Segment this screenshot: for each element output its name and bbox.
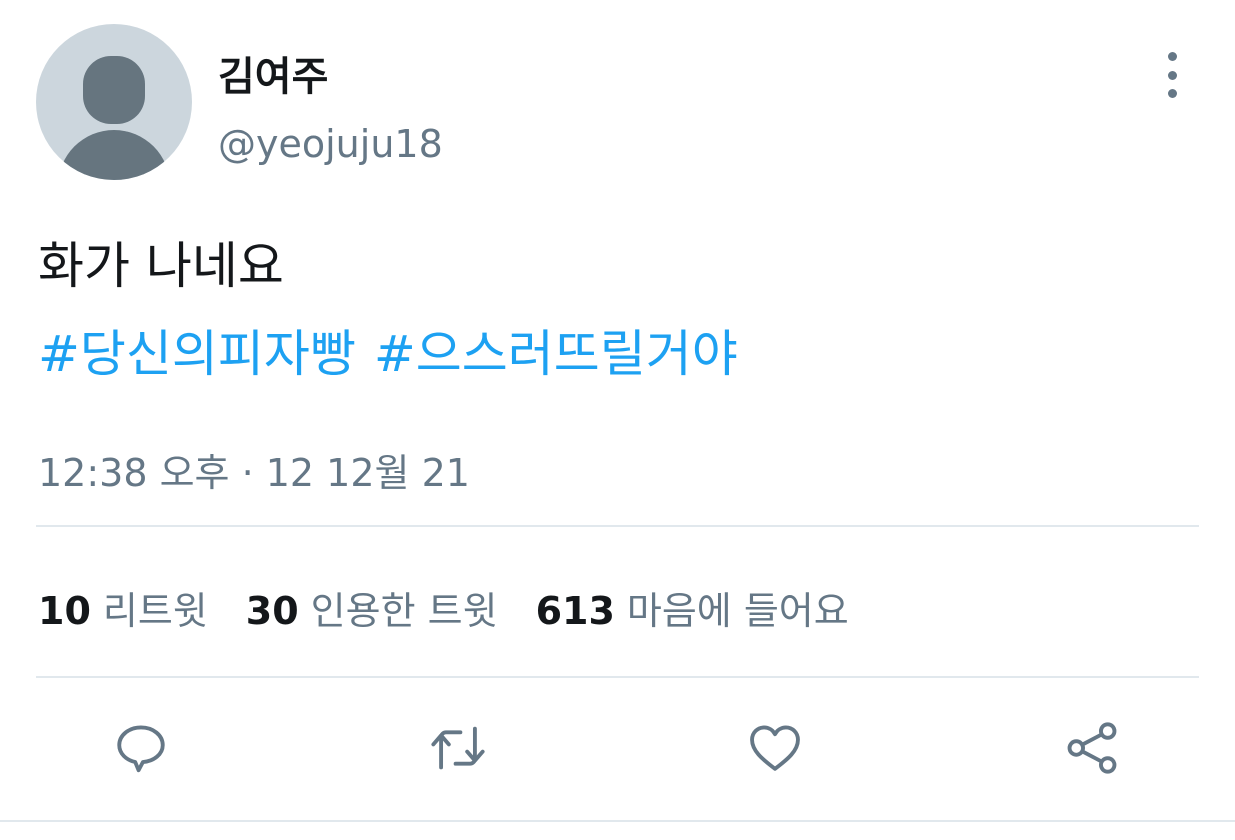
divider (36, 676, 1199, 678)
share-icon (1067, 722, 1117, 774)
retweet-icon (431, 726, 485, 770)
share-button[interactable] (1062, 718, 1122, 778)
like-count-stat[interactable]: 613 마음에 들어요 (536, 580, 849, 635)
retweet-count-stat[interactable]: 10 리트윗 (38, 580, 208, 635)
more-vertical-icon (1167, 89, 1177, 98)
avatar-shoulders-shape (58, 130, 170, 180)
avatar[interactable] (36, 24, 192, 180)
more-vertical-icon (1167, 70, 1177, 80)
hashtag-list: #당신의피자빵 #으스러뜨릴거야 (38, 314, 756, 386)
stat-count: 10 (38, 589, 91, 633)
divider (0, 820, 1235, 822)
heart-icon (750, 725, 800, 771)
quote-count-stat[interactable]: 30 인용한 트윗 (246, 580, 498, 635)
reply-icon (117, 725, 165, 773)
author-display-name[interactable]: 김여주 (218, 44, 328, 102)
stat-label: 인용한 트윗 (310, 589, 498, 633)
hashtag-link[interactable]: #당신의피자빵 (38, 325, 356, 383)
hashtag-link[interactable]: #으스러뜨릴거야 (374, 325, 738, 383)
stat-count: 30 (245, 589, 299, 633)
tweet-timestamp[interactable]: 12:38 오후 · 12 12월 21 (38, 442, 470, 497)
like-button[interactable] (745, 718, 805, 778)
engagement-stats: 10 리트윗 30 인용한 트윗 613 마음에 들어요 (38, 580, 849, 635)
stat-label: 마음에 들어요 (626, 589, 849, 633)
reply-button[interactable] (111, 718, 171, 778)
more-options-button[interactable] (1150, 52, 1194, 98)
author-handle[interactable]: @yeojuju18 (218, 122, 443, 166)
avatar-head-shape (83, 56, 145, 124)
divider (36, 525, 1199, 527)
tweet-text: 화가 나네요 (38, 237, 284, 295)
more-vertical-icon (1167, 52, 1177, 61)
stat-label: 리트윗 (102, 589, 208, 633)
stat-count: 613 (535, 589, 615, 633)
retweet-button[interactable] (428, 718, 488, 778)
